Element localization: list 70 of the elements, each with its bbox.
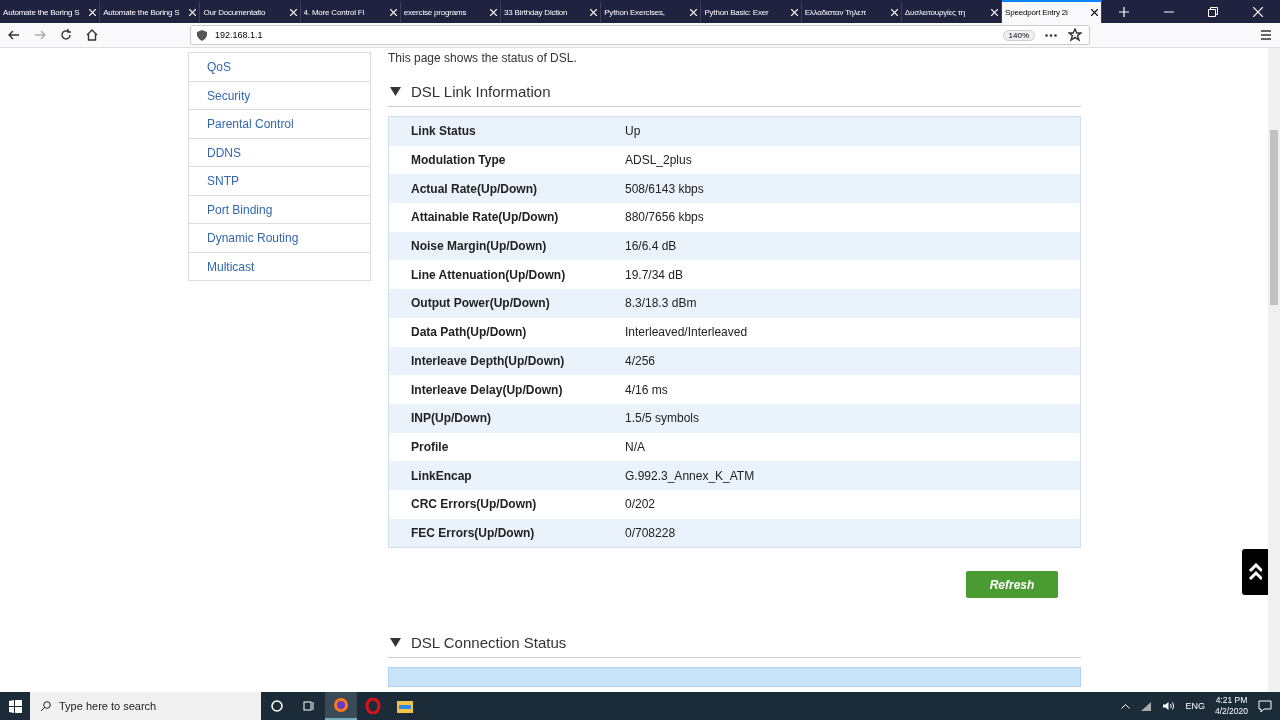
more-icon[interactable] bbox=[1045, 33, 1057, 37]
row-label: Attainable Rate(Up/Down) bbox=[410, 210, 560, 225]
sidebar-link[interactable]: Parental Control bbox=[189, 109, 370, 138]
row-value: N/A bbox=[625, 439, 645, 454]
row-value: 0/708228 bbox=[625, 525, 676, 540]
volume-icon[interactable] bbox=[1162, 701, 1176, 711]
minimize-icon[interactable] bbox=[1163, 10, 1174, 13]
sidebar-link[interactable]: QoS bbox=[189, 52, 370, 81]
close-icon[interactable] bbox=[1091, 9, 1099, 16]
row-label: Line Attenuation(Up/Down) bbox=[410, 267, 567, 282]
restore-icon[interactable] bbox=[1208, 6, 1219, 17]
sidebar-link[interactable]: Port Binding bbox=[189, 194, 370, 223]
wifi-icon[interactable] bbox=[1140, 701, 1153, 711]
intro-text: This page shows the status of DSL. bbox=[388, 51, 578, 65]
row-label: CRC Errors(Up/Down) bbox=[410, 497, 538, 512]
row-value: 4/16 ms bbox=[625, 382, 668, 397]
row-value: 8.3/18.3 dBm bbox=[625, 296, 697, 311]
row-label: FEC Errors(Up/Down) bbox=[410, 525, 536, 540]
row-label: Link Status bbox=[410, 124, 477, 139]
sidebar-link[interactable]: Security bbox=[189, 80, 370, 109]
firefox-icon[interactable] bbox=[325, 692, 357, 720]
star-icon[interactable] bbox=[1068, 28, 1082, 42]
back-icon[interactable] bbox=[7, 28, 21, 42]
row-value: 0/202 bbox=[625, 497, 656, 512]
row-label: Data Path(Up/Down) bbox=[410, 325, 528, 340]
zoom-badge[interactable]: 140% bbox=[1002, 29, 1035, 41]
row-label: LinkEncap bbox=[410, 468, 473, 483]
plus-icon[interactable] bbox=[1119, 6, 1130, 17]
scroll-top-button[interactable] bbox=[1242, 549, 1268, 595]
notification-icon[interactable] bbox=[1258, 699, 1272, 713]
row-label: Interleave Delay(Up/Down) bbox=[410, 382, 564, 397]
row-value: Up bbox=[625, 124, 641, 139]
url-text: 192.168.1.1 bbox=[215, 30, 264, 40]
row-value: G.992.3_Annex_K_ATM bbox=[625, 468, 755, 483]
triangle-icon[interactable] bbox=[390, 637, 401, 649]
clock[interactable]: 4:21 PM 4/2/2020 bbox=[1214, 695, 1248, 717]
browser-tab[interactable]: Speedport Entry 2i bbox=[1002, 0, 1103, 23]
sidebar-link[interactable]: DDNS bbox=[189, 137, 370, 166]
search-icon bbox=[40, 700, 51, 712]
row-value: ADSL_2plus bbox=[625, 153, 692, 168]
shield-icon bbox=[197, 29, 207, 41]
scrollbar[interactable] bbox=[1268, 48, 1280, 692]
menu-icon[interactable] bbox=[1259, 28, 1273, 42]
row-value: 16/6.4 dB bbox=[625, 239, 677, 254]
sidebar-link[interactable]: Dynamic Routing bbox=[189, 223, 370, 252]
row-label: Profile bbox=[410, 439, 450, 454]
row-label: INP(Up/Down) bbox=[410, 411, 492, 426]
row-value: 19.7/34 dB bbox=[625, 267, 684, 282]
reload-icon[interactable] bbox=[59, 28, 73, 42]
sidebar-link[interactable]: SNTP bbox=[189, 166, 370, 195]
home-icon[interactable] bbox=[85, 28, 99, 42]
triangle-icon[interactable] bbox=[390, 86, 401, 97]
row-value: 4/256 bbox=[625, 353, 656, 368]
sidebar-link[interactable]: Multicast bbox=[189, 251, 370, 280]
row-label: Output Power(Up/Down) bbox=[410, 296, 551, 311]
chevrons-up-icon bbox=[1248, 563, 1262, 581]
row-label: Modulation Type bbox=[410, 153, 507, 168]
row-label: Noise Margin(Up/Down) bbox=[410, 239, 548, 254]
row-value: 508/6143 kbps bbox=[625, 181, 704, 196]
row-label: Interleave Depth(Up/Down) bbox=[410, 353, 566, 368]
address-bar[interactable]: 192.168.1.1 140% bbox=[190, 25, 1090, 45]
search-field[interactable]: Type here to search bbox=[30, 692, 261, 720]
section-title: DSL Link Information bbox=[411, 83, 551, 100]
language-indicator[interactable]: ENG bbox=[1185, 701, 1205, 711]
row-label: Actual Rate(Up/Down) bbox=[410, 181, 538, 196]
caret-icon[interactable] bbox=[1121, 703, 1131, 709]
row-value: 1.5/5 symbols bbox=[625, 411, 700, 426]
row-value: 880/7656 kbps bbox=[625, 210, 704, 225]
row-value: Interleaved/Interleaved bbox=[625, 325, 748, 340]
section-title: DSL Connection Status bbox=[411, 634, 567, 652]
